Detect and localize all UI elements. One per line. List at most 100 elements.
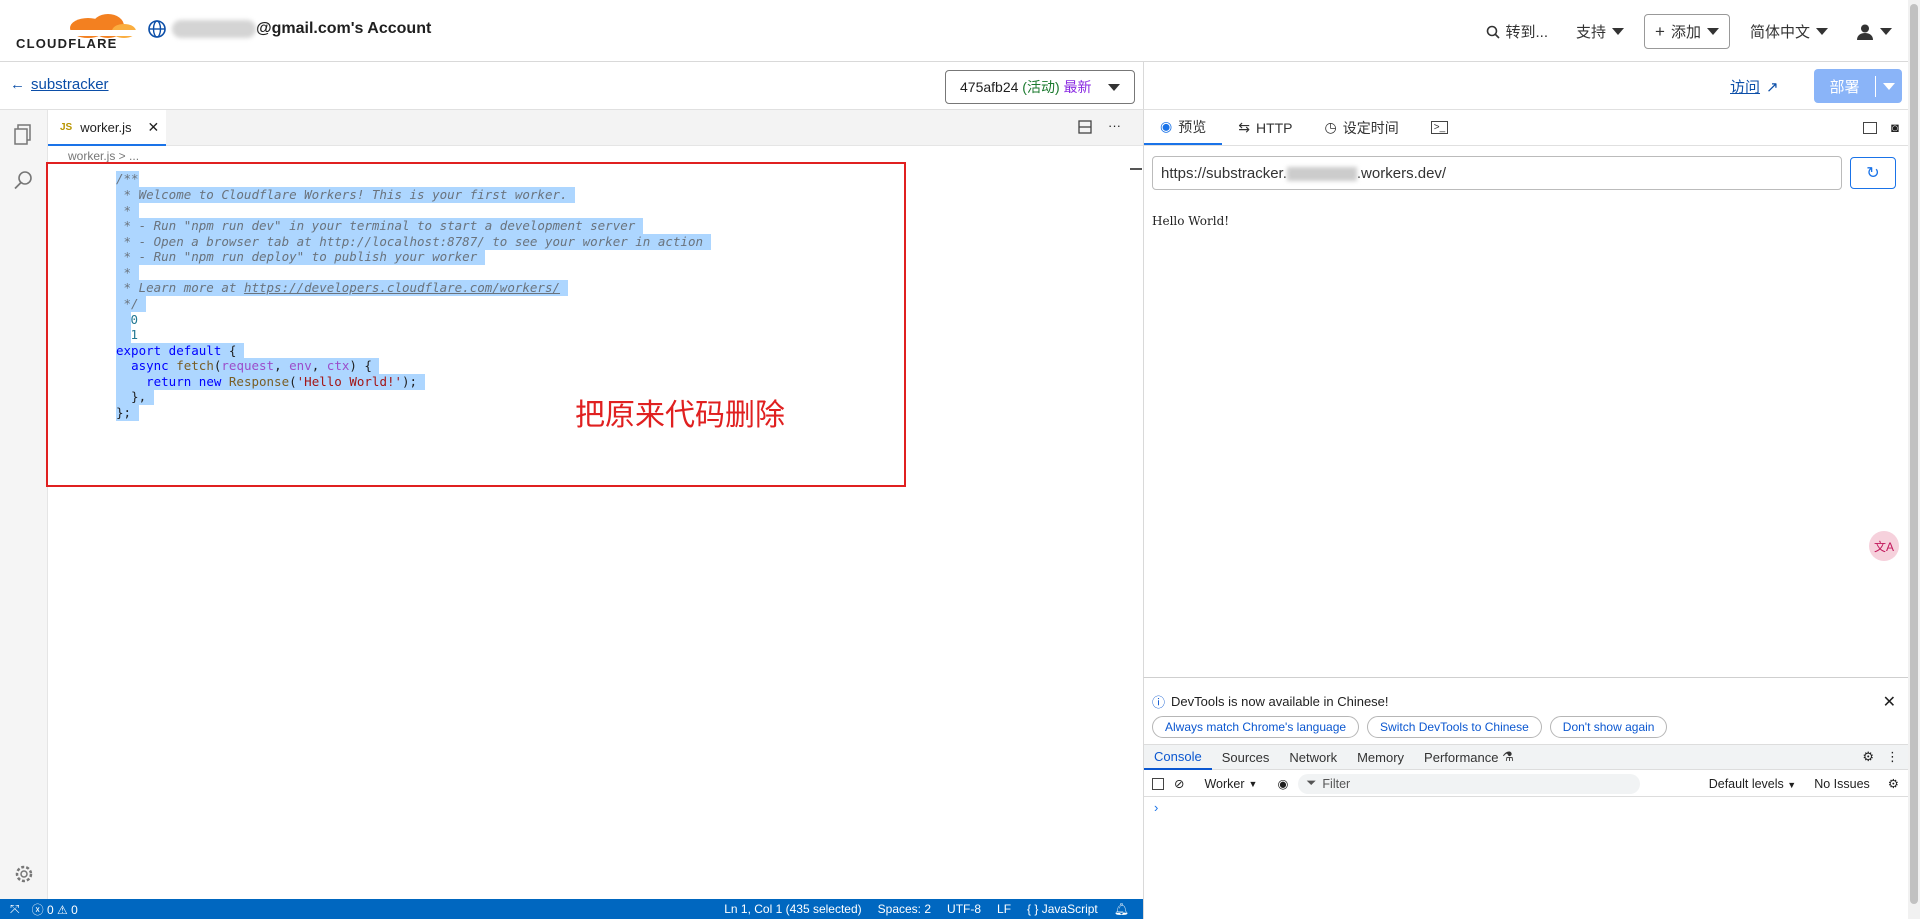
search-icon[interactable] <box>12 168 36 192</box>
tab-memory[interactable]: Memory <box>1347 744 1414 770</box>
external-link-icon: ↗ <box>1766 78 1779 96</box>
version-text: 475afb24 (活动) 最新 <box>960 77 1092 97</box>
deploy-dropdown[interactable] <box>1876 82 1902 90</box>
settings-gear-icon[interactable] <box>12 862 36 886</box>
tab-sources[interactable]: Sources <box>1212 744 1280 770</box>
reload-button[interactable]: ↻ <box>1850 157 1896 189</box>
panel-layout-icon[interactable] <box>1863 121 1878 134</box>
context-selector[interactable]: Worker ▼ <box>1204 777 1257 791</box>
plus-icon: + <box>1655 21 1665 41</box>
explorer-icon[interactable] <box>12 122 36 146</box>
language-label: 简体中文 <box>1749 24 1810 41</box>
devtools-panel: ⓘ DevTools is now available in Chinese! … <box>1143 677 1909 919</box>
issues-count[interactable]: No Issues <box>1814 777 1870 791</box>
version-selector[interactable]: 475afb24 (活动) 最新 <box>945 70 1135 104</box>
more-vert-icon[interactable]: ⋮ <box>1886 749 1899 765</box>
line-ending[interactable]: LF <box>997 902 1011 916</box>
goto-button[interactable]: 转到... <box>1478 15 1557 48</box>
console-prompt[interactable]: › <box>1154 800 1158 815</box>
tab-label: HTTP <box>1255 119 1293 136</box>
add-button[interactable]: + 添加 <box>1644 14 1730 49</box>
redacted-email <box>172 20 256 38</box>
preview-url-input[interactable]: https://substracker. .workers.dev/ <box>1152 156 1842 190</box>
tab-preview[interactable]: ◉ 预览 <box>1144 110 1223 145</box>
tab-label: 设定时间 <box>1342 119 1399 136</box>
console-filter-input[interactable]: ⏷ Filter <box>1298 773 1641 794</box>
tab-console[interactable]: Console <box>1144 744 1212 770</box>
user-menu[interactable] <box>1848 17 1900 47</box>
account-name: @gmail.com's Account <box>256 20 432 37</box>
annotation-highlight-box <box>46 162 906 487</box>
support-menu[interactable]: 支持 <box>1568 15 1632 48</box>
translate-icon[interactable]: 文A <box>1869 531 1899 561</box>
chevron-down-icon <box>1880 28 1892 35</box>
settings-gear-icon[interactable]: ⚙ <box>1862 749 1874 765</box>
visit-link[interactable]: 访问 ↗ <box>1730 76 1779 97</box>
preview-header: 访问 ↗ 部署 <box>1143 62 1920 110</box>
eye-icon[interactable]: ◉ <box>1277 776 1288 791</box>
match-language-button[interactable]: Always match Chrome's language <box>1152 716 1360 738</box>
tab-label: 预览 <box>1178 118 1207 135</box>
annotation-text: 把原来代码删除 <box>575 399 785 432</box>
remote-icon[interactable]: ⤧ <box>10 902 20 917</box>
indentation[interactable]: Spaces: 2 <box>878 902 931 916</box>
worker-name: substracker <box>31 76 109 93</box>
language-mode[interactable]: { } JavaScript <box>1027 902 1098 916</box>
page-scrollbar[interactable] <box>1908 0 1920 919</box>
top-bar: CLOUDFLARE @gmail.com's Account 转到... 支持… <box>0 0 1920 62</box>
more-actions-icon[interactable]: ··· <box>1108 119 1121 134</box>
scrollbar-thumb[interactable] <box>1910 4 1918 904</box>
tab-schedule[interactable]: ◷ 设定时间 <box>1309 110 1415 145</box>
version-active-badge: (活动) <box>1022 79 1060 95</box>
split-editor-icon[interactable] <box>1078 120 1092 134</box>
chevron-down-icon <box>1108 83 1120 91</box>
editor-header: ← substracker 475afb24 (活动) 最新 <box>0 62 1143 110</box>
dont-show-again-button[interactable]: Don't show again <box>1549 716 1668 738</box>
support-label: 支持 <box>1576 24 1607 41</box>
goto-label: 转到... <box>1505 24 1549 41</box>
chevron-down-icon <box>1883 82 1895 90</box>
sidebar-toggle-icon[interactable] <box>1152 777 1164 790</box>
visit-label: 访问 <box>1730 79 1761 96</box>
language-menu[interactable]: 简体中文 <box>1742 15 1836 48</box>
close-icon[interactable]: ✕ <box>148 119 160 136</box>
discord-icon[interactable]: ◙ <box>1891 120 1899 135</box>
arrow-left-icon: ← <box>10 76 25 93</box>
tab-network[interactable]: Network <box>1279 744 1347 770</box>
devtools-info-text: DevTools is now available in Chinese! <box>1171 694 1389 709</box>
terminal-icon: >_ <box>1430 121 1449 134</box>
cloudflare-logo[interactable]: CLOUDFLARE <box>16 10 138 51</box>
chevron-down-icon <box>1706 28 1719 35</box>
tab-worker-js[interactable]: JS worker.js ✕ <box>48 110 166 146</box>
tab-performance[interactable]: Performance ⚗ <box>1414 744 1524 770</box>
tab-terminal[interactable]: >_ <box>1415 110 1464 145</box>
cloud-logo-icon <box>70 14 138 38</box>
back-to-worker-link[interactable]: ← substracker <box>10 76 109 93</box>
settings-gear-icon[interactable]: ⚙ <box>1888 776 1899 791</box>
version-id: 475afb24 <box>960 79 1019 95</box>
version-latest-badge: 最新 <box>1063 79 1092 95</box>
levels-label: Default levels <box>1708 776 1784 791</box>
encoding[interactable]: UTF-8 <box>947 902 981 916</box>
language-label: JavaScript <box>1041 902 1098 916</box>
cursor-position[interactable]: Ln 1, Col 1 (435 selected) <box>724 902 861 916</box>
warning-count: 0 <box>71 902 78 917</box>
bell-icon[interactable]: 🔔︎ <box>1114 902 1129 916</box>
chevron-down-icon <box>1612 28 1625 35</box>
close-icon[interactable]: ✕ <box>1883 692 1896 712</box>
refresh-icon: ↻ <box>1866 165 1880 182</box>
swap-arrows-icon: ⇆ <box>1238 119 1250 135</box>
breadcrumb[interactable]: worker.js > ... <box>68 149 139 163</box>
clock-icon: ◷ <box>1324 119 1337 135</box>
editor-tabs: JS worker.js ✕ ··· <box>48 110 1143 146</box>
activity-bar <box>0 110 48 899</box>
switch-chinese-button[interactable]: Switch DevTools to Chinese <box>1367 716 1542 738</box>
account-selector[interactable]: @gmail.com's Account <box>148 20 431 38</box>
deploy-button[interactable]: 部署 <box>1814 69 1902 103</box>
problems-indicator[interactable]: ⓧ 0 ⚠ 0 <box>32 901 78 918</box>
log-levels-selector[interactable]: Default levels ▼ <box>1709 777 1796 791</box>
tab-http[interactable]: ⇆ HTTP <box>1222 110 1308 145</box>
clear-console-icon[interactable]: ⊘ <box>1174 776 1184 791</box>
tab-label: Performance <box>1424 749 1499 765</box>
flask-icon: ⚗ <box>1502 749 1514 764</box>
